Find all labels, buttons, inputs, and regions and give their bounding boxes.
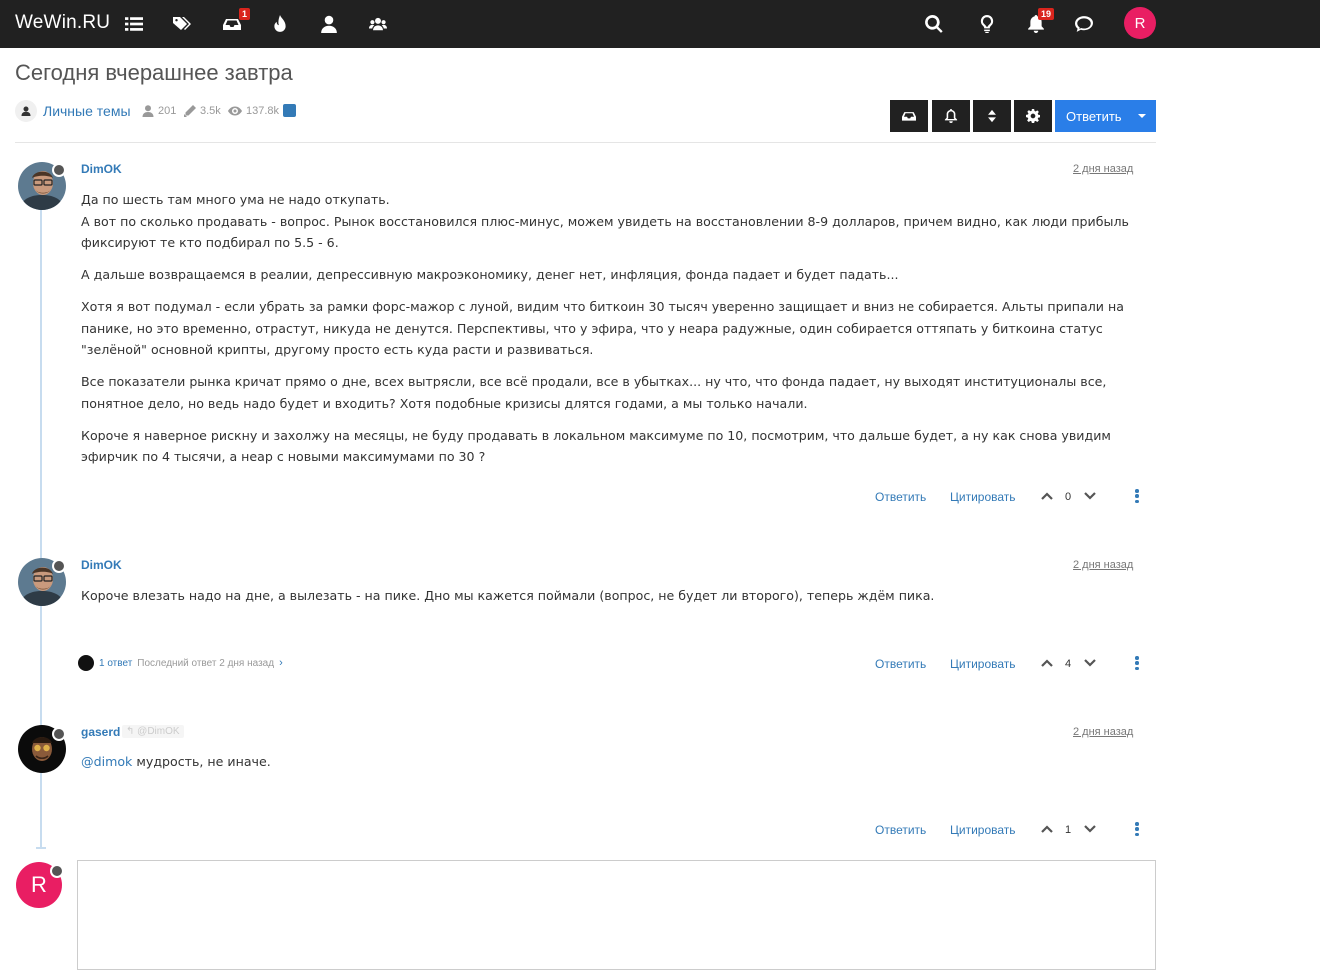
timeline-end [36,847,46,849]
top-navbar: WeWin.RU 1 19 R [0,0,1320,48]
category-icon[interactable] [15,100,37,122]
offline-status-dot [52,727,66,741]
posters-icon [142,105,154,117]
quick-reply-textarea[interactable] [77,860,1156,970]
inbox-icon [902,112,916,121]
post-more-icon[interactable] [1135,822,1139,836]
vote-count[interactable]: 4 [1065,658,1071,670]
downvote-icon[interactable] [1083,656,1097,670]
post-timestamp[interactable]: 2 дня назад [1073,163,1133,175]
unread-badge: 1 [238,8,250,20]
post-content: Да по шесть там много ума не надо откупа… [81,189,1156,478]
post-paragraph: Хотя я вот подумал - если убрать за рамк… [81,299,1124,357]
post-author-name[interactable]: DimOK [81,558,122,572]
post-paragraph: Короче я наверное рискну и захолжу на ме… [81,427,1111,465]
post-quote-button[interactable]: Цитировать [950,490,1016,504]
upvote-icon[interactable] [1040,656,1054,670]
posters-count: 201 [158,105,177,117]
topic-title: Сегодня вчерашнее завтра [15,60,293,85]
replies-count: 1 ответ [99,657,133,669]
eye-icon [228,106,242,116]
posters-stat: 201 [142,105,176,117]
reply-to-badge[interactable]: ↰ @DimOK [122,725,184,738]
post-paragraph: Да по шесть там много ума не надо откупа… [81,192,1129,250]
sort-icon [988,109,996,123]
post-reply-button[interactable]: Ответить [875,823,926,837]
users-icon[interactable] [317,12,341,36]
lightbulb-icon[interactable] [975,12,999,36]
post-paragraph: А дальше возвращаемся в реалии, депресси… [81,267,899,282]
post-author-name[interactable]: gaserd [81,725,120,739]
vote-count[interactable]: 0 [1065,491,1071,503]
post-author-name[interactable]: DimOK [81,162,122,176]
post-paragraph: Короче влезать надо на дне, а вылезать -… [81,588,935,603]
site-brand[interactable]: WeWin.RU [15,12,110,34]
rss-icon[interactable] [283,104,296,117]
views-count: 137.8k [246,105,280,117]
offline-status-dot [52,559,66,573]
caret-down-icon [1138,114,1146,118]
post-reply-button[interactable]: Ответить [875,657,926,671]
vote-count[interactable]: 1 [1065,824,1071,836]
post-text: мудрость, не иначе. [132,754,271,769]
topic-tools-button[interactable] [1014,100,1052,132]
bell-outline-icon [944,109,958,123]
categories-icon[interactable] [122,12,146,36]
user-mention[interactable]: @dimok [81,754,132,769]
header-divider [15,142,1156,143]
reply-options-caret[interactable] [1128,100,1156,132]
search-icon[interactable] [922,12,946,36]
offline-status-dot [52,163,66,177]
reply-user-avatar [78,655,94,671]
category-link[interactable]: Личные темы [43,103,131,119]
posts-count: 3.5k [200,105,221,117]
topic-reply-label: Ответить [1066,109,1122,124]
chat-icon[interactable] [1072,12,1096,36]
post-paragraph: Все показатели рынка кричат прямо о дне,… [81,374,1107,411]
gear-icon [1026,109,1040,123]
notifications-badge: 19 [1037,8,1054,20]
upvote-icon[interactable] [1040,822,1054,836]
upvote-icon[interactable] [1040,489,1054,503]
post-timestamp[interactable]: 2 дня назад [1073,726,1133,738]
offline-status-dot [50,864,64,878]
groups-icon[interactable] [366,12,390,36]
post-more-icon[interactable] [1135,489,1139,503]
post-quote-button[interactable]: Цитировать [950,657,1016,671]
sort-button[interactable] [973,100,1011,132]
chevron-right-icon: › [279,657,283,669]
replies-link[interactable]: 1 ответ Последний ответ 2 дня назад › [78,655,283,671]
post-reply-button[interactable]: Ответить [875,490,926,504]
post-content: @dimok мудрость, не иначе. [81,751,1156,783]
post-quote-button[interactable]: Цитировать [950,823,1016,837]
pencil-icon [184,105,196,117]
post-content: Короче влезать надо на дне, а вылезать -… [81,585,1156,617]
popular-icon[interactable] [268,12,292,36]
reply-to-user: @DimOK [137,726,180,737]
tags-icon[interactable] [170,12,194,36]
downvote-icon[interactable] [1083,822,1097,836]
notifications-icon[interactable]: 19 [1024,8,1054,36]
topic-reply-button[interactable]: Ответить [1055,100,1156,132]
watch-topic-button[interactable] [932,100,970,132]
views-stat: 137.8k [228,105,279,117]
mark-unread-button[interactable] [890,100,928,132]
post-more-icon[interactable] [1135,656,1139,670]
unread-icon[interactable]: 1 [220,8,250,36]
last-reply-time: Последний ответ 2 дня назад [137,657,275,669]
user-avatar[interactable]: R [1124,7,1156,39]
posts-stat: 3.5k [184,105,221,117]
post-timestamp[interactable]: 2 дня назад [1073,559,1133,571]
downvote-icon[interactable] [1083,489,1097,503]
